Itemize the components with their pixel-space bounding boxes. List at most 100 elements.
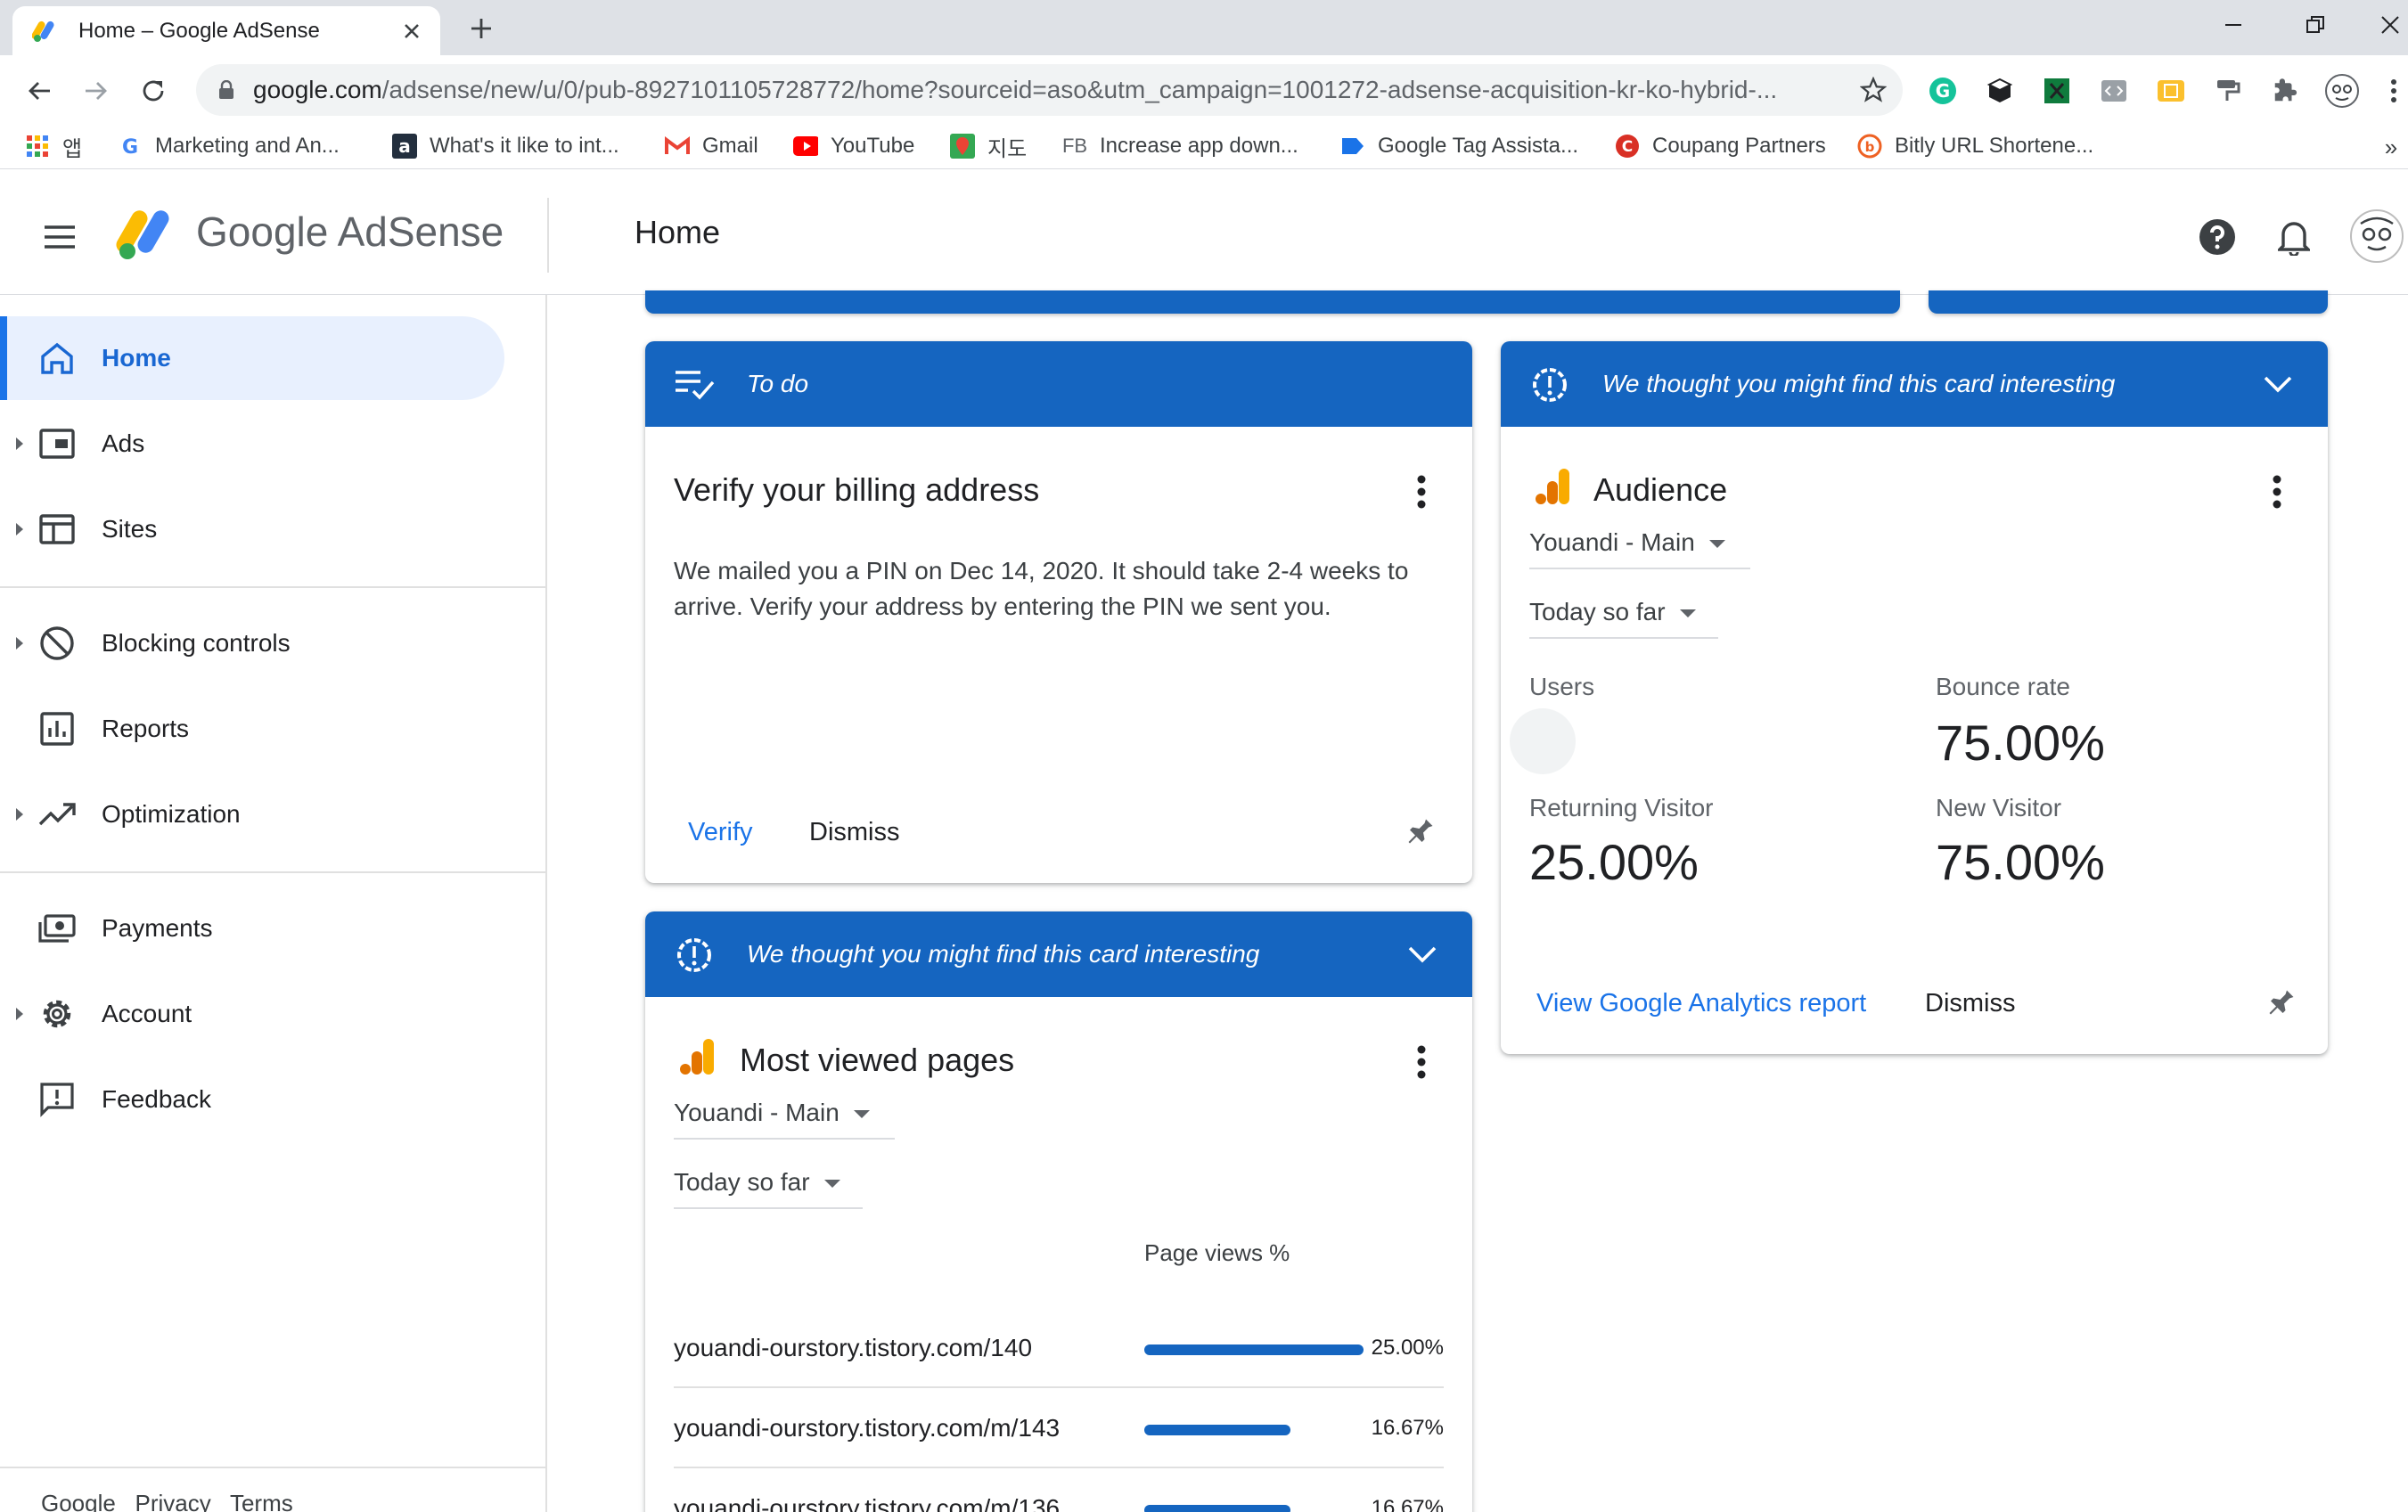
interesting-header-label: We thought you might find this card inte… [1602,370,2116,397]
feedback-icon [37,1080,77,1119]
bookmark-item[interactable]: G Marketing and An... [118,123,340,169]
profile-avatar-small[interactable] [2322,71,2362,110]
period-dropdown-value: Today so far [674,1168,810,1196]
sidebar-item-blocking-controls[interactable]: Blocking controls [0,601,504,685]
sidebar-item-label: Account [102,1000,192,1027]
bookmark-label: Gmail [702,134,758,158]
coupon-extension-icon[interactable] [2153,73,2189,109]
brand-name: Google AdSense [196,208,504,255]
dismiss-button[interactable]: Dismiss [1925,989,2016,1018]
bookmark-item[interactable]: C Coupang Partners [1615,123,1826,169]
page-views-percent: 16.67% [1371,1416,1444,1440]
view-analytics-report-button[interactable]: View Google Analytics report [1536,989,1866,1018]
more-options-icon[interactable] [1417,475,1426,509]
page-views-percent: 25.00% [1371,1336,1444,1360]
page-url: youandi-ourstory.tistory.com/m/136 [674,1494,1061,1512]
restore-window-icon[interactable] [2299,9,2331,41]
forward-icon[interactable] [77,71,116,110]
sidebar-item-label: Payments [102,914,213,942]
main-menu-icon[interactable] [37,217,82,257]
more-options-icon[interactable] [1417,1045,1426,1079]
pin-icon[interactable] [2262,983,2301,1022]
property-dropdown[interactable]: Youandi - Main [1529,528,1750,569]
bookmark-star-icon[interactable] [1858,75,1888,105]
bookmark-item[interactable]: a What's it like to int... [392,123,619,169]
sidebar-footer: Google Privacy Terms [41,1490,293,1512]
help-icon[interactable] [2196,216,2239,258]
card-title: Verify your billing address [674,471,1040,508]
svg-text:b: b [1865,139,1875,155]
bitly-icon: b [1857,134,1882,159]
sidebar-item-reports[interactable]: Reports [0,687,504,771]
apps-grid-icon [25,134,50,159]
code-extension-icon[interactable] [2096,73,2132,109]
close-window-icon[interactable] [2374,9,2406,41]
property-dropdown[interactable]: Youandi - Main [674,1099,895,1140]
bookmark-item[interactable]: 지도 [950,123,1027,169]
scrolled-card-bottom [645,290,1900,314]
card-title: Most viewed pages [740,1042,1015,1078]
card-body-text: We mailed you a PIN on Dec 14, 2020. It … [674,557,1409,620]
sidebar-item-optimization[interactable]: Optimization [0,772,504,856]
sidebar-item-ads[interactable]: Ads [0,402,504,486]
new-visitor-value: 75.00% [1936,834,2105,890]
reload-icon[interactable] [134,71,173,110]
bookmark-item[interactable]: Google Tag Assista... [1340,123,1578,169]
dismiss-button[interactable]: Dismiss [809,818,900,847]
bookmark-item[interactable]: YouTube [793,123,914,169]
bookmarks-overflow-icon[interactable]: » [2379,134,2403,160]
excel-extension-icon[interactable] [2039,73,2075,109]
sidebar-item-payments[interactable]: Payments [0,887,504,970]
sidebar-item-account[interactable]: Account [0,972,504,1056]
dropdown-caret-icon [853,1110,870,1119]
bookmark-item[interactable]: Gmail [665,123,758,169]
reports-icon [37,709,77,748]
sidebar-divider [0,871,545,873]
analytics-logo-icon [1535,466,1572,507]
bookmark-item[interactable]: FB Increase app down... [1062,123,1298,169]
minimize-window-icon[interactable] [2217,9,2249,41]
page-url: youandi-ourstory.tistory.com/140 [674,1334,1033,1361]
sidebar-item-label: Blocking controls [102,629,291,657]
sidebar-item-home[interactable]: Home [0,316,504,400]
sidebar-item-label: Optimization [102,800,241,828]
chevron-down-icon[interactable] [2260,368,2296,400]
period-dropdown[interactable]: Today so far [674,1168,863,1209]
table-row[interactable]: youandi-ourstory.tistory.com/m/136 16.67% [645,1468,1472,1512]
address-bar[interactable]: google.com/adsense/new/u/0/pub-892710110… [196,64,1903,116]
cube-extension-icon[interactable] [1982,73,2018,109]
chevron-down-icon[interactable] [1405,938,1440,970]
paint-roller-extension-icon[interactable] [2210,73,2246,109]
close-tab-icon[interactable] [397,17,426,45]
table-row[interactable]: youandi-ourstory.tistory.com/m/143 16.67% [645,1388,1472,1468]
browser-tab[interactable]: Home – Google AdSense [12,6,440,55]
footer-terms-link[interactable]: Terms [230,1490,293,1512]
dropdown-caret-icon [1708,540,1725,549]
bookmark-item[interactable]: b Bitly URL Shortene... [1857,123,2093,169]
new-tab-icon[interactable] [465,12,497,45]
back-icon[interactable] [20,71,59,110]
audience-card: We thought you might find this card inte… [1501,341,2328,1054]
notifications-bell-icon[interactable] [2273,216,2315,258]
bookmark-item[interactable]: 앱 [25,123,82,169]
analytics-logo-icon [679,1036,717,1077]
page-views-bar [1144,1425,1290,1435]
period-dropdown[interactable]: Today so far [1529,598,1718,639]
expand-arrow-icon [16,637,23,650]
checklist-icon [674,366,715,402]
verify-button[interactable]: Verify [688,818,753,847]
sidebar-item-feedback[interactable]: Feedback [0,1058,504,1141]
bookmark-label: Google Tag Assista... [1378,134,1579,158]
grammarly-extension-icon[interactable]: G [1925,73,1961,109]
sidebar-item-label: Home [102,344,171,372]
table-row[interactable]: youandi-ourstory.tistory.com/140 25.00% [645,1308,1472,1388]
extensions-puzzle-icon[interactable] [2267,73,2303,109]
browser-menu-icon[interactable] [2385,75,2403,107]
coupang-icon: C [1615,134,1640,159]
account-avatar[interactable] [2349,208,2404,264]
sidebar-item-sites[interactable]: Sites [0,487,504,571]
expand-arrow-icon [16,808,23,821]
pin-icon[interactable] [1401,812,1440,851]
more-options-icon[interactable] [2273,475,2281,509]
footer-privacy-link[interactable]: Privacy [135,1490,211,1512]
